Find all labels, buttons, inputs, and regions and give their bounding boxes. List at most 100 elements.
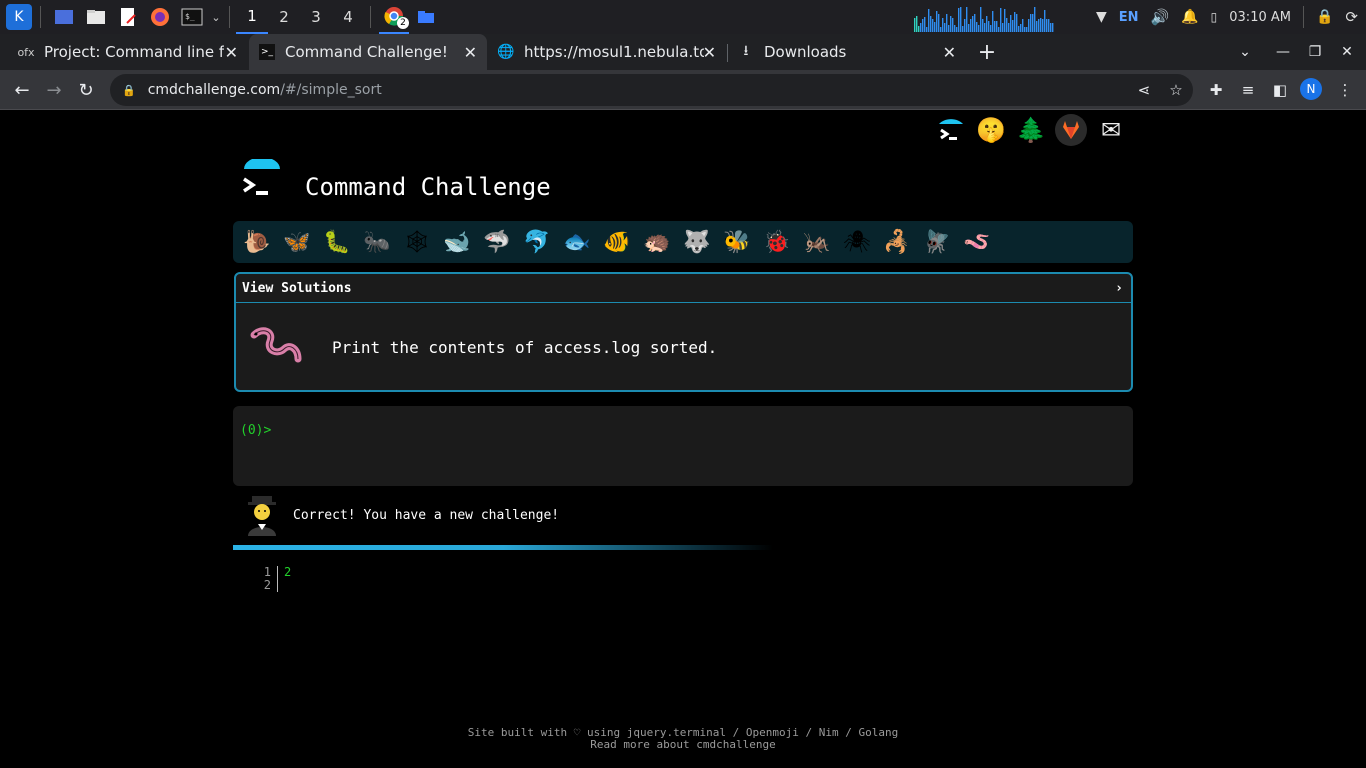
challenge-shark[interactable]: 🦈: [479, 225, 515, 259]
visualizer-bar: [946, 14, 948, 32]
back-button[interactable]: ←: [8, 76, 36, 104]
command-terminal[interactable]: (0)>: [233, 406, 1133, 486]
folder-task-button[interactable]: [411, 2, 441, 32]
minimize-button[interactable]: —: [1267, 34, 1299, 70]
power-icon[interactable]: ⟳: [1345, 8, 1358, 26]
whale-icon: 🐋: [443, 229, 471, 255]
wifi-icon[interactable]: ▼: [1096, 9, 1107, 25]
maximize-button[interactable]: ❐: [1299, 34, 1331, 70]
challenge-worm[interactable]: 🪱: [959, 225, 995, 259]
challenge-ant[interactable]: 🐜: [359, 225, 395, 259]
tab-downloads[interactable]: ⭳ Downloads ✕: [728, 34, 966, 70]
close-tab-icon[interactable]: ✕: [943, 43, 956, 62]
lock-icon[interactable]: 🔒: [122, 84, 136, 97]
close-window-button[interactable]: ✕: [1331, 34, 1363, 70]
battery-icon[interactable]: ▯: [1211, 10, 1218, 24]
visualizer-bar: [964, 19, 966, 32]
gitlab-link[interactable]: [1054, 113, 1088, 147]
challenge-butterfly[interactable]: 🦋: [279, 225, 315, 259]
visualizer-bar: [920, 23, 922, 32]
challenge-fly[interactable]: 🪰: [919, 225, 955, 259]
tab-command-challenge[interactable]: >_ Command Challenge! ✕: [249, 34, 487, 70]
firefox-button[interactable]: [145, 2, 175, 32]
terminal-button[interactable]: $_: [177, 2, 207, 32]
visualizer-bar: [1022, 19, 1024, 32]
close-tab-icon[interactable]: ✕: [464, 43, 477, 62]
challenge-hedgehog[interactable]: 🦔: [639, 225, 675, 259]
visualizer-bar: [938, 14, 940, 32]
bookmark-button[interactable]: ☆: [1164, 74, 1188, 106]
home-link[interactable]: [934, 113, 968, 147]
challenge-wolf[interactable]: 🐺: [679, 225, 715, 259]
workspace-2[interactable]: 2: [268, 0, 300, 34]
worm-icon: 🪱: [963, 229, 991, 255]
shush-link[interactable]: 🤫: [974, 113, 1008, 147]
challenge-ladybug[interactable]: 🐞: [759, 225, 795, 259]
challenge-fish[interactable]: 🐟: [559, 225, 595, 259]
challenge-scorpion[interactable]: 🦂: [879, 225, 915, 259]
challenge-caterpillar[interactable]: 🐛: [319, 225, 355, 259]
tab-mosul-nebula[interactable]: 🌐 https://mosul1.nebula.to/S ✕: [488, 34, 726, 70]
visualizer-bar: [1040, 18, 1042, 32]
dolphin-icon: 🐬: [523, 229, 551, 255]
challenge-spider-web[interactable]: 🕸: [399, 225, 435, 259]
side-panel-button[interactable]: ◧: [1268, 74, 1292, 106]
visualizer-bar: [1012, 20, 1014, 32]
new-tab-button[interactable]: +: [975, 40, 999, 65]
file-manager-button[interactable]: [81, 2, 111, 32]
workspace-3[interactable]: 3: [300, 0, 332, 34]
keyboard-layout[interactable]: EN: [1119, 10, 1139, 25]
close-tab-icon[interactable]: ✕: [225, 43, 238, 62]
tab-search-button[interactable]: ⌄: [1229, 34, 1261, 70]
notifications-icon[interactable]: 🔔: [1181, 9, 1198, 25]
challenge-tropical-fish[interactable]: 🐠: [599, 225, 635, 259]
text-editor-button[interactable]: [113, 2, 143, 32]
show-desktop-button[interactable]: [49, 2, 79, 32]
reload-button[interactable]: ↻: [72, 76, 100, 104]
extensions-button[interactable]: ✚: [1204, 74, 1228, 106]
challenge-leaf-insect[interactable]: 🦗: [799, 225, 835, 259]
tree-link[interactable]: 🌲: [1014, 113, 1048, 147]
clock[interactable]: 03:10 AM: [1229, 10, 1291, 25]
visualizer-bar: [1032, 14, 1034, 32]
visualizer-bar: [952, 18, 954, 32]
email-link[interactable]: ✉: [1094, 113, 1128, 147]
visualizer-bar: [948, 25, 950, 32]
menu-button[interactable]: ⋮: [1333, 74, 1357, 106]
volume-icon[interactable]: 🔊: [1151, 8, 1170, 26]
taskbar-divider: [40, 6, 41, 28]
chevron-down-icon: ⌄: [211, 10, 221, 24]
reload-icon: ↻: [78, 79, 94, 101]
site-title: Command Challenge: [305, 173, 551, 201]
visualizer-bar: [960, 7, 962, 32]
challenge-spider[interactable]: 🕷: [839, 225, 875, 259]
visualizer-bar: [962, 26, 964, 32]
visualizer-bar: [942, 18, 944, 32]
challenge-whale[interactable]: 🐋: [439, 225, 475, 259]
share-icon: ⋖: [1137, 81, 1151, 99]
kali-menu-button[interactable]: K: [4, 2, 34, 32]
progress-bar: [233, 545, 773, 550]
workspace-4[interactable]: 4: [332, 0, 364, 34]
profile-avatar[interactable]: N: [1300, 78, 1322, 100]
challenge-snail[interactable]: 🐌: [239, 225, 275, 259]
visualizer-bar: [998, 27, 1000, 32]
site-logo-icon: [243, 159, 280, 195]
chrome-task-button[interactable]: 2: [379, 0, 409, 34]
challenge-bee[interactable]: 🐝: [719, 225, 755, 259]
terminal-dropdown[interactable]: ⌄: [209, 2, 223, 32]
lock-screen-icon[interactable]: 🔒: [1316, 9, 1333, 25]
social-links: 🤫 🌲 ✉: [934, 113, 1128, 147]
media-control-button[interactable]: ≡: [1236, 74, 1260, 106]
share-button[interactable]: ⋖: [1132, 74, 1156, 106]
url-path: /#/simple_sort: [280, 82, 382, 98]
forward-button[interactable]: →: [40, 76, 68, 104]
view-solutions-toggle[interactable]: View Solutions ›: [236, 274, 1131, 303]
challenge-dolphin[interactable]: 🐬: [519, 225, 555, 259]
address-bar[interactable]: 🔒 cmdchallenge.com/#/simple_sort: [110, 74, 1193, 106]
tab-project[interactable]: ofx Project: Command line fo ✕: [8, 34, 248, 70]
workspace-1[interactable]: 1: [236, 0, 268, 34]
footer-read-more-link[interactable]: Read more about cmdchallenge: [0, 739, 1366, 751]
close-tab-icon[interactable]: ✕: [703, 43, 716, 62]
visualizer-bar: [994, 21, 996, 32]
